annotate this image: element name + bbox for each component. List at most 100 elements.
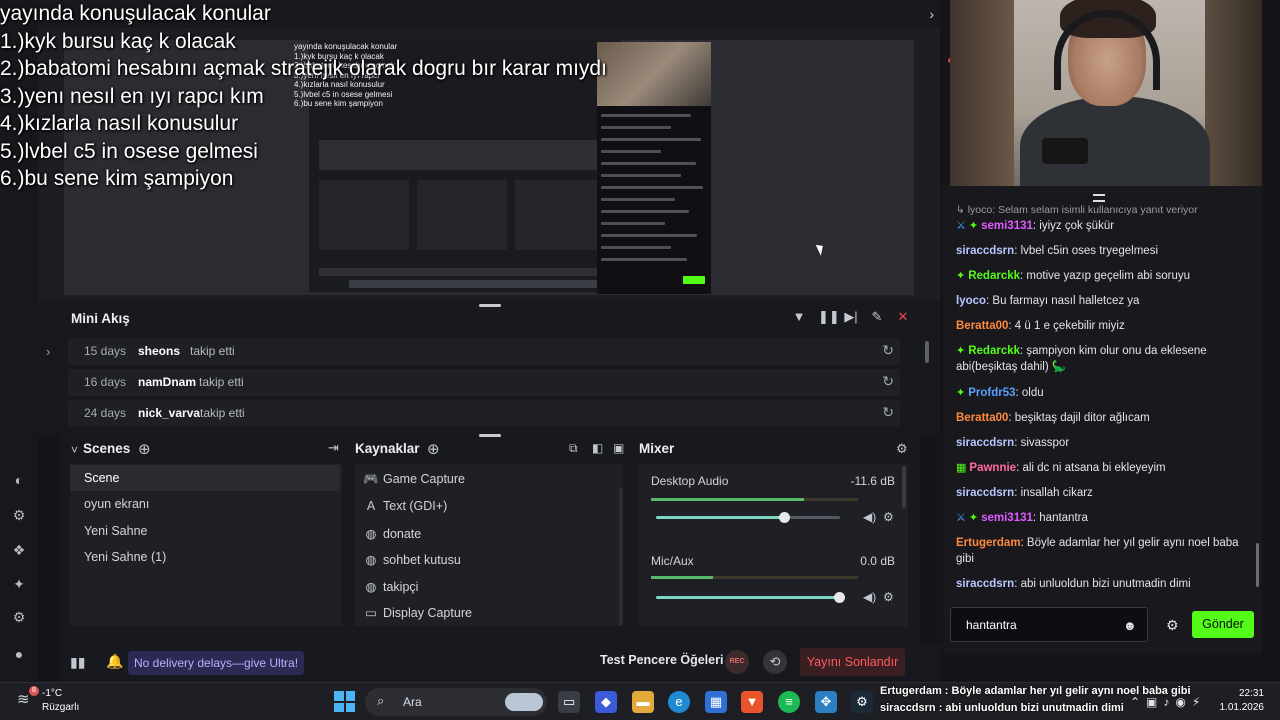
microsoft-store-icon[interactable]: ▦ <box>705 691 727 713</box>
test-widgets-button[interactable]: Test Pencere Öğeleri <box>600 653 723 667</box>
skip-icon[interactable]: ▶| <box>844 310 858 324</box>
chat-username[interactable]: Profdr53 <box>968 387 1015 399</box>
scene-item[interactable]: Yeni Sahne (1) <box>70 544 340 570</box>
emoji-icon[interactable]: ☻ <box>1123 618 1137 633</box>
volume-slider[interactable] <box>656 592 845 603</box>
add-scene-icon[interactable]: ⊕ <box>138 440 151 458</box>
source-item[interactable]: ◍ donate <box>355 520 617 546</box>
channel-settings-icon[interactable]: ⚙ <box>883 510 894 524</box>
filter-icon[interactable]: ▼ <box>792 310 806 324</box>
chat-username[interactable]: Ertugerdam <box>956 537 1021 549</box>
speaker-icon[interactable]: ◀) <box>863 590 876 604</box>
scene-item[interactable]: oyun ekranı <box>70 491 340 517</box>
source-group-icon[interactable]: ◧ <box>592 441 603 455</box>
chat-username[interactable]: siraccdsrn <box>956 437 1014 449</box>
send-button[interactable]: Gönder <box>1192 611 1254 638</box>
scene-item[interactable]: Yeni Sahne <box>70 518 340 544</box>
pause-icon[interactable]: ❚❚ <box>818 310 840 324</box>
weather-wind-icon[interactable]: ≋ <box>17 690 30 708</box>
weather-condition[interactable]: Rüzgarlı <box>42 702 79 713</box>
plugin-icon[interactable]: ⚙ <box>11 507 27 523</box>
spotify-icon[interactable]: ≡ <box>778 691 800 713</box>
kodi-icon[interactable]: ✥ <box>815 691 837 713</box>
clock-time[interactable]: 22:31 <box>1220 688 1264 699</box>
chat-text: : ali dc ni atsana bi ekleyeyim <box>1016 462 1166 474</box>
resize-handle[interactable] <box>479 304 501 307</box>
chat-text: : iyiyz çok şükür <box>1032 220 1115 232</box>
source-item[interactable]: ◍ takipçi <box>355 573 617 599</box>
chat-username[interactable]: Pawnnie <box>969 462 1016 474</box>
replay-alert-icon[interactable]: ↻ <box>882 404 894 421</box>
theme-icon[interactable]: ◐ <box>11 472 27 488</box>
chat-username[interactable]: siraccdsrn <box>956 578 1014 590</box>
collapse-arrow-icon[interactable]: › <box>929 6 934 22</box>
resize-handle[interactable] <box>479 434 501 437</box>
source-item[interactable]: ▭ Display Capture <box>355 599 617 625</box>
topic-item: 4.)kızlarla nasıl konusulur <box>0 112 239 135</box>
chevron-down-icon[interactable]: ˅ <box>71 443 78 457</box>
source-item[interactable]: ◍ sohbet kutusu <box>355 546 617 572</box>
chat-username[interactable]: Redarckk <box>968 270 1020 282</box>
profile-icon[interactable]: ● <box>11 646 27 662</box>
edge-browser-icon[interactable]: e <box>668 691 690 713</box>
record-button[interactable]: REC <box>725 650 749 674</box>
chat-username[interactable]: Redarckk <box>968 345 1020 357</box>
notifications-icon[interactable]: 🔔 <box>106 653 123 670</box>
chat-username[interactable]: Beratta00 <box>956 412 1008 424</box>
settings-icon[interactable]: ⚙ <box>11 609 27 625</box>
app-store-icon[interactable]: ❖ <box>11 542 27 558</box>
chat-input[interactable]: hantantra <box>950 607 1148 642</box>
clock-date[interactable]: 1.01.2026 <box>1212 702 1265 713</box>
add-source-icon[interactable]: ⊕ <box>427 440 440 458</box>
source-item[interactable]: 🎮 Game Capture <box>355 466 617 492</box>
chat-username[interactable]: siraccdsrn <box>956 487 1014 499</box>
sources-scrollbar[interactable] <box>619 488 623 626</box>
file-explorer-icon[interactable]: ▬ <box>632 691 654 713</box>
task-view-icon[interactable]: ▭ <box>558 691 580 713</box>
channel-settings-icon[interactable]: ⚙ <box>883 590 894 604</box>
mute-icon[interactable]: ✎ <box>870 310 884 324</box>
feed-user[interactable]: sheons <box>138 344 180 358</box>
weather-temperature[interactable]: -1°C <box>42 688 62 699</box>
ultra-promo-banner[interactable]: No delivery delays—give Ultra! <box>128 651 305 675</box>
end-stream-button[interactable]: Yayını Sonlandır <box>800 648 905 676</box>
scene-item[interactable]: Scene <box>70 465 340 491</box>
chat-drag-handle-icon[interactable] <box>1093 194 1105 202</box>
highlighter-icon[interactable]: ✦ <box>11 576 27 592</box>
speaker-icon[interactable]: ◀) <box>863 510 876 524</box>
volume-slider-knob[interactable] <box>834 592 845 603</box>
mute-alerts-icon[interactable]: ✕ <box>896 310 910 324</box>
feed-user[interactable]: namDnam <box>138 375 196 389</box>
source-item[interactable]: A Text (GDI+) <box>355 493 617 519</box>
chat-username[interactable]: Beratta00 <box>956 320 1008 332</box>
chat-username[interactable]: semi3131 <box>981 512 1033 524</box>
search-icon: ⌕ <box>377 693 385 708</box>
steam-icon[interactable]: ⚙ <box>851 691 873 713</box>
chat-scrollbar[interactable] <box>1256 543 1259 587</box>
mixer-channel-db: 0.0 dB <box>860 554 895 568</box>
copilot-icon[interactable]: ◆ <box>595 691 617 713</box>
add-folder-icon[interactable]: ▣ <box>613 441 624 455</box>
volume-slider[interactable] <box>656 512 840 523</box>
feed-user[interactable]: nick_varva <box>138 406 200 420</box>
chat-username[interactable]: semi3131 <box>981 220 1033 232</box>
mixer-panel: Desktop Audio -11.6 dB ◀) ⚙ Mic/Aux 0.0 … <box>639 464 908 626</box>
windows-start-icon[interactable] <box>334 691 355 712</box>
stats-icon[interactable]: ▮▮ <box>70 654 85 671</box>
replay-alert-icon[interactable]: ↻ <box>882 342 894 359</box>
search-highlight-icon[interactable] <box>505 693 543 711</box>
chat-settings-icon[interactable]: ⚙ <box>1166 617 1179 634</box>
volume-slider-knob[interactable] <box>778 512 790 523</box>
mixer-scrollbar[interactable] <box>902 466 906 508</box>
replay-alert-icon[interactable]: ↻ <box>882 373 894 390</box>
source-folder-icon[interactable]: ⧉ <box>569 441 578 456</box>
brave-browser-icon[interactable]: ▼ <box>741 691 763 713</box>
feed-scrollbar[interactable] <box>925 341 929 363</box>
expand-chevron-icon[interactable]: › <box>46 344 50 359</box>
scene-transitions-icon[interactable]: ⇥ <box>328 440 339 456</box>
mixer-settings-icon[interactable]: ⚙ <box>896 441 908 457</box>
chat-username[interactable]: lyoco <box>956 295 986 307</box>
replay-buffer-icon[interactable]: ⟲ <box>763 650 787 674</box>
chat-username[interactable]: siraccdsrn <box>956 245 1014 257</box>
mixer-channel-db: -11.6 dB <box>850 474 895 488</box>
